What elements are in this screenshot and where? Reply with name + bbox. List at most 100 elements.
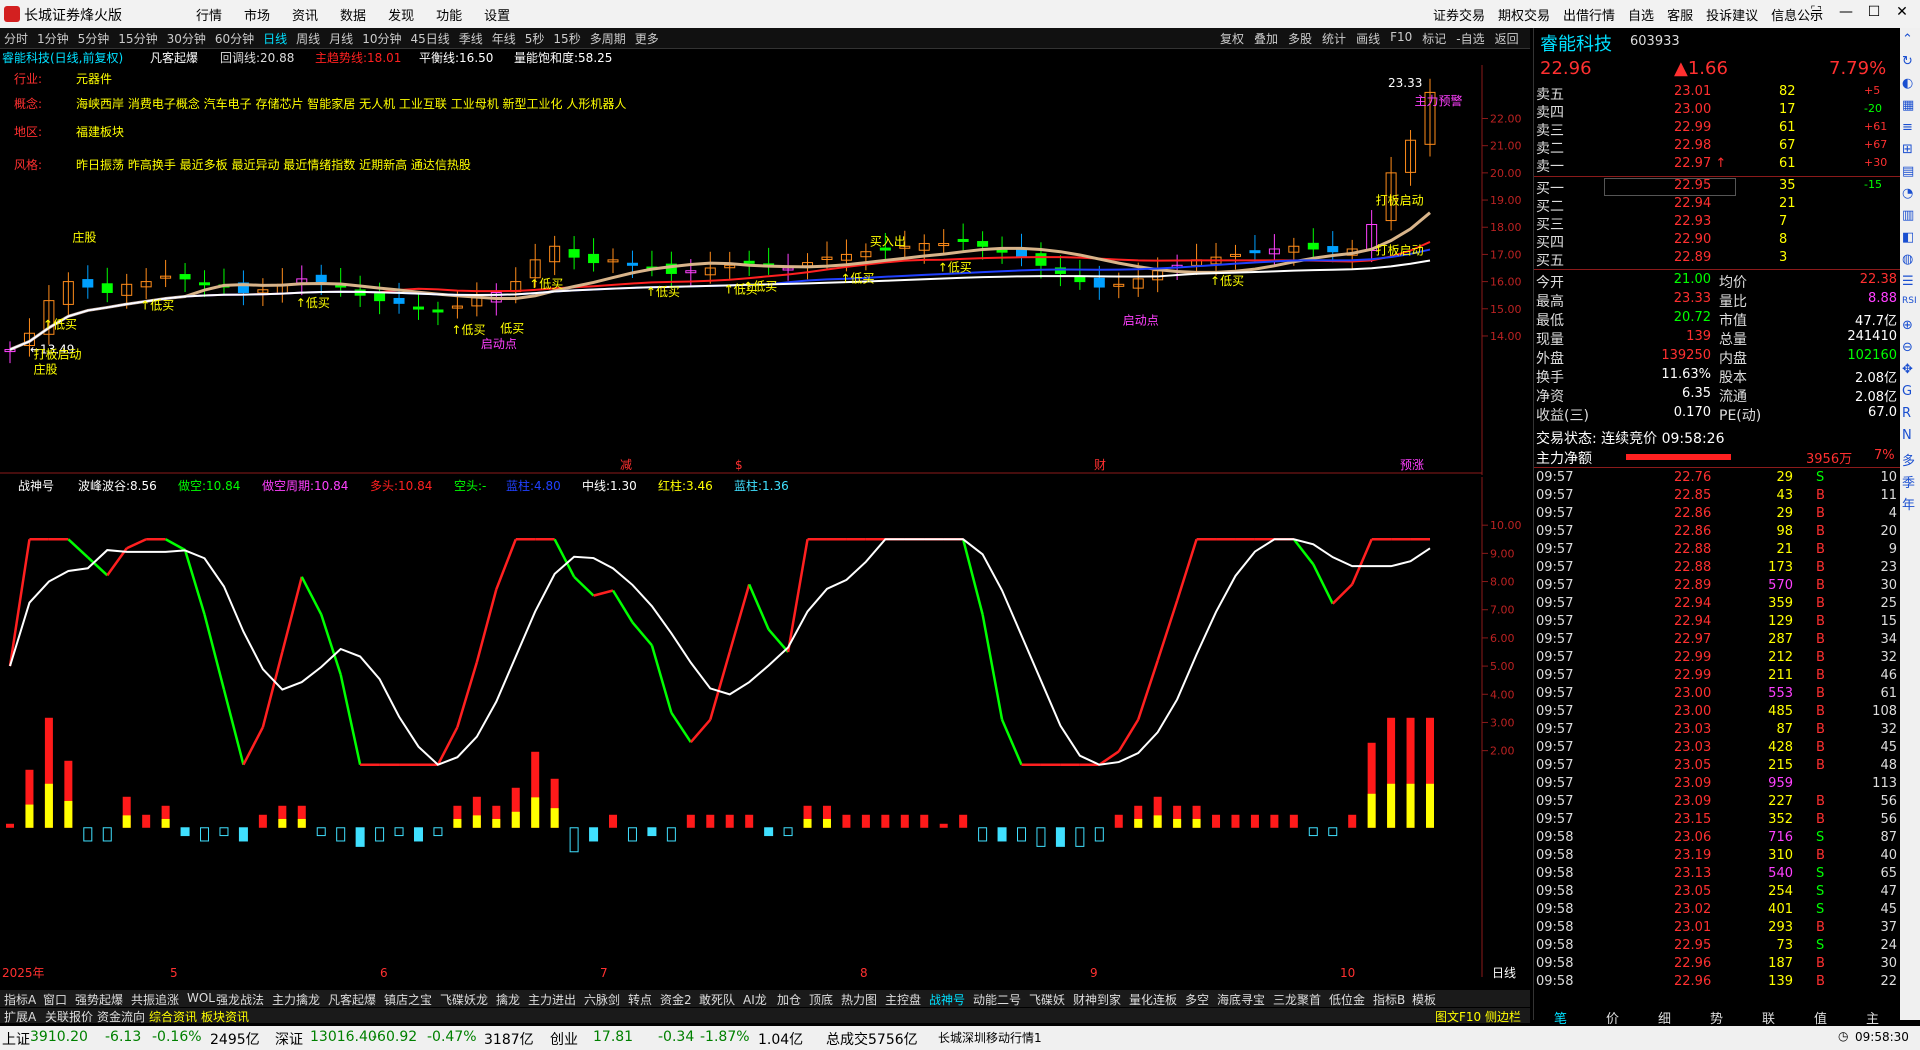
right-menu-item[interactable]: 出借行情 [1563, 5, 1615, 24]
indicator-tab[interactable]: 三龙聚首 [1273, 991, 1321, 1008]
indicator-tab[interactable]: 多空 [1185, 991, 1209, 1008]
chart-tool-button[interactable]: 多股 [1288, 30, 1312, 47]
quote-tab[interactable]: 主 [1866, 1008, 1879, 1027]
menu-item[interactable]: 发现 [388, 5, 414, 24]
menu-item[interactable]: 设置 [484, 5, 510, 24]
period-tab[interactable]: 15秒 [553, 30, 580, 47]
indicator-tab[interactable]: 强龙战法 [216, 991, 264, 1008]
quote-tab[interactable]: 笔 [1554, 1008, 1567, 1027]
side-tool-icon[interactable]: ⌃ [1902, 32, 1913, 47]
quote-tab[interactable]: 值 [1814, 1008, 1827, 1027]
indicator-tab[interactable]: 量化连板 [1129, 991, 1177, 1008]
book-price[interactable]: 22.95 [1674, 178, 1711, 193]
book-price[interactable]: 22.94 [1674, 196, 1711, 211]
side-tool-icon[interactable]: ☰ [1902, 274, 1914, 289]
right-menu-item[interactable]: 期权交易 [1498, 5, 1550, 24]
side-tool-icon[interactable]: G [1902, 384, 1912, 399]
indicator-tab[interactable]: 敢死队 [699, 991, 735, 1008]
period-tab[interactable]: 60分钟 [215, 30, 254, 47]
indicator-tab[interactable]: 战神号 [929, 991, 965, 1008]
maximize-icon[interactable]: ☐ [1864, 4, 1884, 20]
indicator-tab[interactable]: 顶底 [809, 991, 833, 1008]
right-menu-item[interactable]: 投诉建议 [1706, 5, 1758, 24]
period-tab[interactable]: 5秒 [525, 30, 545, 47]
indicator-tab[interactable]: 海底寻宝 [1217, 991, 1265, 1008]
chart-tool-button[interactable]: 画线 [1356, 30, 1380, 47]
quote-tab[interactable]: 细 [1658, 1008, 1671, 1027]
extend-tab[interactable]: 关联报价 [45, 1008, 93, 1025]
chart-tool-button[interactable]: 统计 [1322, 30, 1346, 47]
period-tab[interactable]: 45日线 [410, 30, 449, 47]
indicator-tab[interactable]: 指标B [1373, 991, 1405, 1008]
right-menu-item[interactable]: 自选 [1628, 5, 1654, 24]
side-tool-icon[interactable]: ◧ [1902, 230, 1914, 245]
period-tab[interactable]: 5分钟 [78, 30, 110, 47]
book-price[interactable]: 23.00 [1674, 102, 1711, 117]
extend-tab[interactable]: 扩展A [4, 1008, 36, 1025]
kline-chart[interactable]: 22.00 21.00 20.00 19.00 18.00 17.00 16.00 15.00… [0, 65, 1530, 475]
indicator-tab[interactable]: 六脉剑 [584, 991, 620, 1008]
chart-tool-button[interactable]: 复权 [1220, 30, 1244, 47]
minimize-icon[interactable]: — [1836, 4, 1856, 20]
indicator-tab[interactable]: WOL [187, 991, 215, 1005]
period-tab[interactable]: 日线 [263, 30, 287, 47]
quote-tab[interactable]: 势 [1710, 1008, 1723, 1027]
indicator-tab[interactable]: 模板 [1412, 991, 1436, 1008]
indicator-tab[interactable]: 加仓 [777, 991, 801, 1008]
extend-tab[interactable]: 板块资讯 [201, 1008, 249, 1025]
side-tool-icon[interactable]: N [1902, 428, 1912, 443]
close-icon[interactable]: ✕ [1892, 4, 1912, 20]
chart-tool-button[interactable]: F10 [1390, 30, 1412, 47]
menu-item[interactable]: 数据 [340, 5, 366, 24]
book-price[interactable]: 22.90 [1674, 232, 1711, 247]
fullscreen-icon[interactable]: ⛶ [1806, 4, 1826, 20]
side-tool-icon[interactable]: ▤ [1902, 164, 1914, 179]
indicator-tab[interactable]: 擒龙 [496, 991, 520, 1008]
indicator-tab[interactable]: 凡客起爆 [328, 991, 376, 1008]
period-tab[interactable]: 10分钟 [362, 30, 401, 47]
right-menu-item[interactable]: 客服 [1667, 5, 1693, 24]
period-tab[interactable]: 1分钟 [37, 30, 69, 47]
menu-item[interactable]: 行情 [196, 5, 222, 24]
side-tool-icon[interactable]: ✥ [1902, 362, 1913, 377]
chart-tool-button[interactable]: -自选 [1456, 30, 1484, 47]
period-tab[interactable]: 多周期 [590, 30, 626, 47]
extend-tab[interactable]: 资金流向 [97, 1008, 145, 1025]
indicator-tab[interactable]: 低位金 [1329, 991, 1365, 1008]
indicator-tab[interactable]: 主力进出 [528, 991, 576, 1008]
side-tool-icon[interactable]: ⊞ [1902, 142, 1913, 157]
indicator-tab[interactable]: 共振追涨 [131, 991, 179, 1008]
indicator-tab[interactable]: 飞碟妖 [1029, 991, 1065, 1008]
extend-right-tab[interactable]: 侧边栏 [1485, 1008, 1521, 1025]
side-tool-icon[interactable]: 多 [1902, 450, 1915, 469]
book-price[interactable]: 22.98 [1674, 138, 1711, 153]
chart-tool-button[interactable]: 标记 [1422, 30, 1446, 47]
period-tab[interactable]: 30分钟 [167, 30, 206, 47]
indicator-tab[interactable]: 财神到家 [1073, 991, 1121, 1008]
extend-tab[interactable]: 综合资讯 [149, 1008, 197, 1025]
chart-tool-button[interactable]: 返回 [1495, 30, 1519, 47]
book-price[interactable]: 22.89 [1674, 250, 1711, 265]
side-tool-icon[interactable]: ⊕ [1902, 318, 1913, 333]
side-tool-icon[interactable]: ◍ [1902, 252, 1913, 267]
side-tool-icon[interactable]: ◐ [1902, 76, 1913, 91]
period-tab[interactable]: 季线 [459, 30, 483, 47]
quote-tab[interactable]: 价 [1606, 1008, 1619, 1027]
indicator-chart[interactable]: 10.00 9.00 8.00 7.00 6.00 5.00 4.00 3.00 2.00 202… [0, 477, 1530, 982]
indicator-tab[interactable]: 指标A [4, 991, 36, 1008]
menu-item[interactable]: 功能 [436, 5, 462, 24]
indicator-tab[interactable]: 资金2 [660, 991, 692, 1008]
side-tool-icon[interactable]: ▥ [1902, 208, 1914, 223]
indicator-tab[interactable]: 主力擒龙 [272, 991, 320, 1008]
indicator-tab[interactable]: 镇店之宝 [384, 991, 432, 1008]
book-price[interactable]: 22.99 [1674, 120, 1711, 135]
indicator-name[interactable]: 凡客起爆 [150, 49, 198, 66]
side-tool-icon[interactable]: ↻ [1902, 54, 1913, 69]
indicator-tab[interactable]: 飞碟妖龙 [440, 991, 488, 1008]
indicator-tab[interactable]: 强势起爆 [75, 991, 123, 1008]
side-tool-icon[interactable]: 年 [1902, 494, 1915, 513]
side-tool-icon[interactable]: ◔ [1902, 186, 1913, 201]
side-tool-icon[interactable]: ▦ [1902, 98, 1914, 113]
indicator-tab[interactable]: 转点 [628, 991, 652, 1008]
side-tool-icon[interactable]: 季 [1902, 472, 1915, 491]
